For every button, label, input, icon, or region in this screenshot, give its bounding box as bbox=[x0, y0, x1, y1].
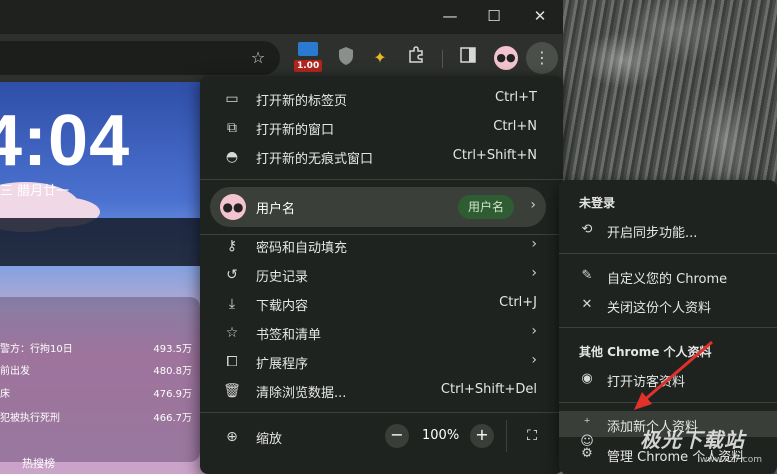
chevron-right-icon: › bbox=[530, 197, 536, 213]
zoom-icon: ⊕ bbox=[226, 429, 238, 445]
menu-divider bbox=[200, 179, 563, 180]
browser-toolbar: ☆ 1.00 ✦ ●● ⋮ bbox=[0, 34, 563, 82]
star-icon: ☆ bbox=[225, 325, 239, 341]
not-signed-in-heading: 未登录 bbox=[579, 196, 616, 210]
chrome-main-menu: ▭ 打开新的标签页 Ctrl+T ⧉ 打开新的窗口 Ctrl+N ◓ 打开新的无… bbox=[200, 76, 563, 474]
extension-badge-icon[interactable]: 1.00 bbox=[294, 42, 323, 72]
menu-item-zoom: ⊕ 缩放 bbox=[200, 422, 563, 451]
key-icon: ⚷ bbox=[226, 238, 238, 254]
extension-badge: 1.00 bbox=[294, 60, 323, 72]
new-window-icon: ⧉ bbox=[227, 120, 237, 136]
download-icon: ⤓ bbox=[228, 296, 236, 312]
sync-off-icon: ⟲ bbox=[581, 222, 593, 237]
close-profile-item[interactable]: ✕ 关闭这份个人资料 bbox=[559, 292, 777, 318]
customize-chrome-item[interactable]: ✎ 自定义您的 Chrome bbox=[559, 263, 777, 289]
menu-item-extensions[interactable]: ⧠ 扩展程序 › bbox=[200, 347, 563, 376]
pencil-icon: ✎ bbox=[581, 268, 593, 283]
date-text: 三 腊月廿一 bbox=[0, 184, 70, 199]
star-icon[interactable]: ☆ bbox=[246, 46, 270, 70]
fox-extension-icon[interactable]: ✦ bbox=[368, 46, 392, 70]
fullscreen-icon[interactable]: ⛶ bbox=[520, 424, 544, 448]
ublock-icon[interactable] bbox=[334, 46, 358, 70]
maximize-button[interactable]: ☐ bbox=[474, 3, 514, 29]
chevron-right-icon: › bbox=[531, 323, 537, 339]
list-item[interactable]: 警方：行拘10日 493.5万 bbox=[0, 337, 192, 357]
menu-item-incognito[interactable]: ◓ 打开新的无痕式窗口 Ctrl+Shift+N bbox=[200, 142, 563, 171]
watermark-logo: 极光下载站 bbox=[640, 428, 745, 452]
guest-icon: ◉ bbox=[581, 371, 593, 386]
add-person-icon: ⁺☺ bbox=[580, 416, 594, 449]
hot-search-panel: 警方：行拘10日 493.5万 前出发 480.8万 床 476.9万 犯被执行死刑 4… bbox=[0, 297, 200, 462]
toolbar-divider bbox=[442, 50, 443, 68]
hot-search-footer[interactable]: 热搜榜 bbox=[22, 455, 55, 471]
zoom-level: 100% bbox=[422, 428, 460, 443]
watermark-url: www.xz7.com bbox=[700, 455, 762, 465]
zoom-divider bbox=[506, 420, 507, 452]
menu-divider bbox=[559, 327, 777, 328]
close-icon: ✕ bbox=[581, 297, 593, 312]
list-item[interactable]: 犯被执行死刑 466.7万 bbox=[0, 406, 192, 426]
address-bar[interactable] bbox=[0, 41, 280, 75]
minimize-button[interactable]: — bbox=[430, 3, 470, 29]
list-item[interactable]: 前出发 480.8万 bbox=[0, 359, 192, 379]
sync-item[interactable]: ⟲ 开启同步功能... bbox=[559, 217, 777, 243]
trash-icon: 🗑︎ bbox=[223, 383, 241, 399]
menu-item-bookmarks[interactable]: ☆ 书签和清单 › bbox=[200, 318, 563, 347]
manage-people-icon: ⚙ bbox=[581, 446, 593, 461]
zoom-in-button[interactable]: + bbox=[470, 424, 494, 448]
close-button[interactable]: ✕ bbox=[520, 3, 560, 29]
chevron-right-icon: › bbox=[531, 236, 537, 252]
menu-divider bbox=[559, 253, 777, 254]
menu-item-new-tab[interactable]: ▭ 打开新的标签页 Ctrl+T bbox=[200, 84, 563, 113]
menu-item-history[interactable]: ↺ 历史记录 › bbox=[200, 260, 563, 289]
chevron-right-icon: › bbox=[531, 265, 537, 281]
list-item[interactable]: 床 476.9万 bbox=[0, 382, 192, 402]
side-panel-icon[interactable] bbox=[456, 46, 480, 70]
chevron-right-icon: › bbox=[531, 352, 537, 368]
avatar: ●● bbox=[220, 194, 246, 220]
annotation-arrow bbox=[634, 340, 713, 410]
menu-divider bbox=[200, 412, 563, 413]
menu-item-new-window[interactable]: ⧉ 打开新的窗口 Ctrl+N bbox=[200, 113, 563, 142]
menu-item-profile[interactable]: ●● 用户名 用户名 › bbox=[210, 187, 546, 227]
puzzle-icon: ⧠ bbox=[226, 354, 238, 370]
menu-item-downloads[interactable]: ⤓ 下载内容 Ctrl+J bbox=[200, 289, 563, 318]
zoom-out-button[interactable]: − bbox=[385, 424, 409, 448]
menu-item-passwords[interactable]: ⚷ 密码和自动填充 › bbox=[200, 231, 563, 260]
clock: 4:04 bbox=[0, 101, 131, 181]
menu-icon[interactable]: ⋮ bbox=[526, 42, 558, 74]
menu-item-clear-data[interactable]: 🗑︎ 清除浏览数据... Ctrl+Shift+Del bbox=[200, 376, 563, 405]
profile-chip: 用户名 bbox=[458, 195, 515, 219]
history-icon: ↺ bbox=[226, 267, 238, 283]
profile-avatar-icon[interactable]: ●● bbox=[494, 46, 518, 70]
incognito-icon: ◓ bbox=[225, 149, 239, 165]
search-box[interactable] bbox=[0, 218, 230, 266]
puzzle-icon[interactable] bbox=[404, 46, 428, 70]
extension-logo bbox=[298, 42, 318, 56]
new-tab-icon: ▭ bbox=[225, 91, 239, 107]
title-bar: — ☐ ✕ bbox=[0, 0, 563, 34]
